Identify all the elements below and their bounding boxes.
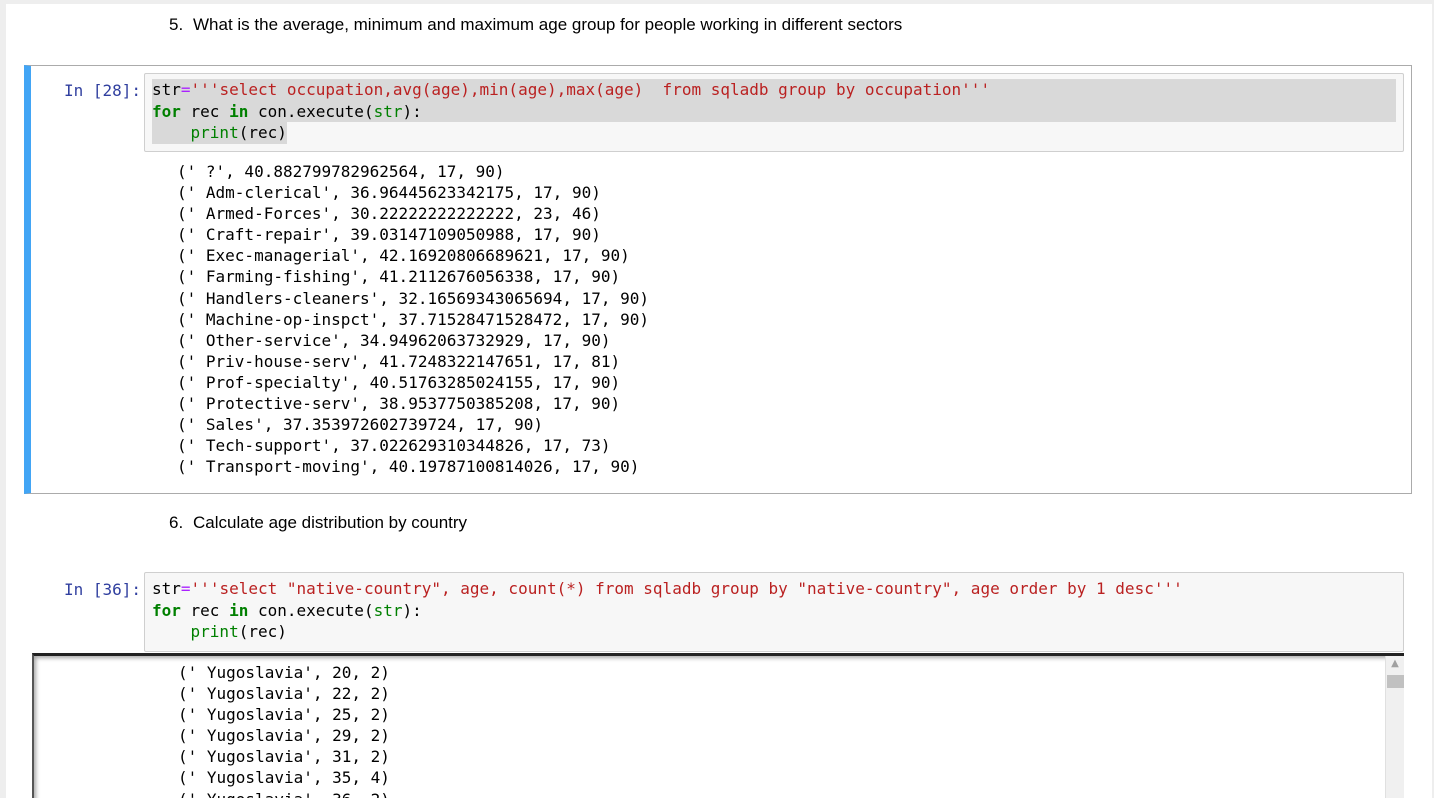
code-editor[interactable]: str='''select "native-country", age, cou… — [144, 572, 1404, 652]
output-line: (' Adm-clerical', 36.96445623342175, 17,… — [177, 183, 601, 203]
input-prompt: In [36]: — [63, 580, 141, 599]
scroll-up-arrow-icon[interactable]: ▲ — [1386, 656, 1404, 672]
output-line: (' Sales', 37.353972602739724, 17, 90) — [177, 415, 544, 435]
output-line: (' Armed-Forces', 30.22222222222222, 23,… — [177, 204, 601, 224]
output-line: (' Protective-serv', 38.9537750385208, 1… — [177, 394, 621, 414]
question-text: Calculate age distribution by country — [193, 513, 468, 532]
code-line-2: for rec in con.execute(str): — [152, 600, 422, 620]
output-line: (' Prof-specialty', 40.51763285024155, 1… — [177, 372, 621, 392]
code-line-2: for rec in con.execute(str): — [152, 100, 1396, 122]
notebook-container: 5. What is the average, minimum and maxim… — [6, 4, 1432, 798]
output-line: (' Exec-managerial', 42.16920806689621, … — [177, 246, 630, 266]
code-editor[interactable]: str='''select occupation,avg(age),min(ag… — [144, 73, 1404, 152]
input-prompt: In [28]: — [63, 81, 141, 100]
output-line: (' Tech-support', 37.022629310344826, 17… — [177, 436, 611, 456]
scrollable-output[interactable]: (' Yugoslavia', 20, 2) (' Yugoslavia', 22… — [32, 653, 1404, 798]
output-line: (' Yugoslavia', 22, 2) — [178, 684, 390, 704]
output-line: (' Farming-fishing', 41.2112676056338, 1… — [177, 267, 621, 287]
code-cell[interactable]: In [36]: str='''select "native-country",… — [24, 565, 1412, 798]
output-line: (' Yugoslavia', 31, 2) — [178, 747, 390, 767]
markdown-cell-question-5[interactable]: 5. What is the average, minimum and maxim… — [169, 15, 902, 35]
code-line-1: str='''select "native-country", age, cou… — [152, 579, 1183, 598]
list-number: 5. — [169, 15, 184, 34]
code-line-3: print(rec) — [190, 622, 287, 641]
output-line: (' Yugoslavia', 36, 2) — [178, 789, 390, 798]
output-line: (' Transport-moving', 40.19787100814026,… — [177, 457, 640, 477]
output-line: (' Yugoslavia', 20, 2) — [178, 663, 390, 682]
output-line: (' Machine-op-inspct', 37.71528471528472… — [177, 309, 650, 329]
vertical-scrollbar[interactable]: ▲ — [1385, 656, 1404, 798]
list-number: 6. — [169, 513, 184, 532]
output-line: (' Craft-repair', 39.03147109050988, 17,… — [177, 225, 601, 245]
output-line: (' Other-service', 34.94962063732929, 17… — [177, 330, 611, 350]
scrollbar-thumb[interactable] — [1387, 675, 1404, 688]
question-text: What is the average, minimum and maximum… — [193, 15, 903, 34]
code-line-1: str='''select occupation,avg(age),min(ag… — [152, 79, 1396, 101]
output-line: (' Priv-house-serv', 41.7248322147651, 1… — [177, 351, 621, 371]
output-line: (' Yugoslavia', 25, 2) — [178, 705, 390, 725]
cell-output: (' ?', 40.882799782962564, 17, 90) (' Adm… — [177, 161, 649, 477]
output-line: (' Yugoslavia', 35, 4) — [178, 768, 390, 788]
output-line: (' ?', 40.882799782962564, 17, 90) — [177, 162, 505, 181]
output-line: (' Yugoslavia', 29, 2) — [178, 726, 390, 746]
markdown-cell-question-6[interactable]: 6. Calculate age distribution by country — [169, 513, 467, 533]
cell-output: (' Yugoslavia', 20, 2) (' Yugoslavia', 22… — [178, 662, 390, 798]
code-cell-selected[interactable]: In [28]: str='''select occupation,avg(ag… — [24, 65, 1412, 494]
code-line-3: print(rec) — [152, 122, 287, 144]
output-line: (' Handlers-cleaners', 32.16569343065694… — [177, 288, 650, 308]
